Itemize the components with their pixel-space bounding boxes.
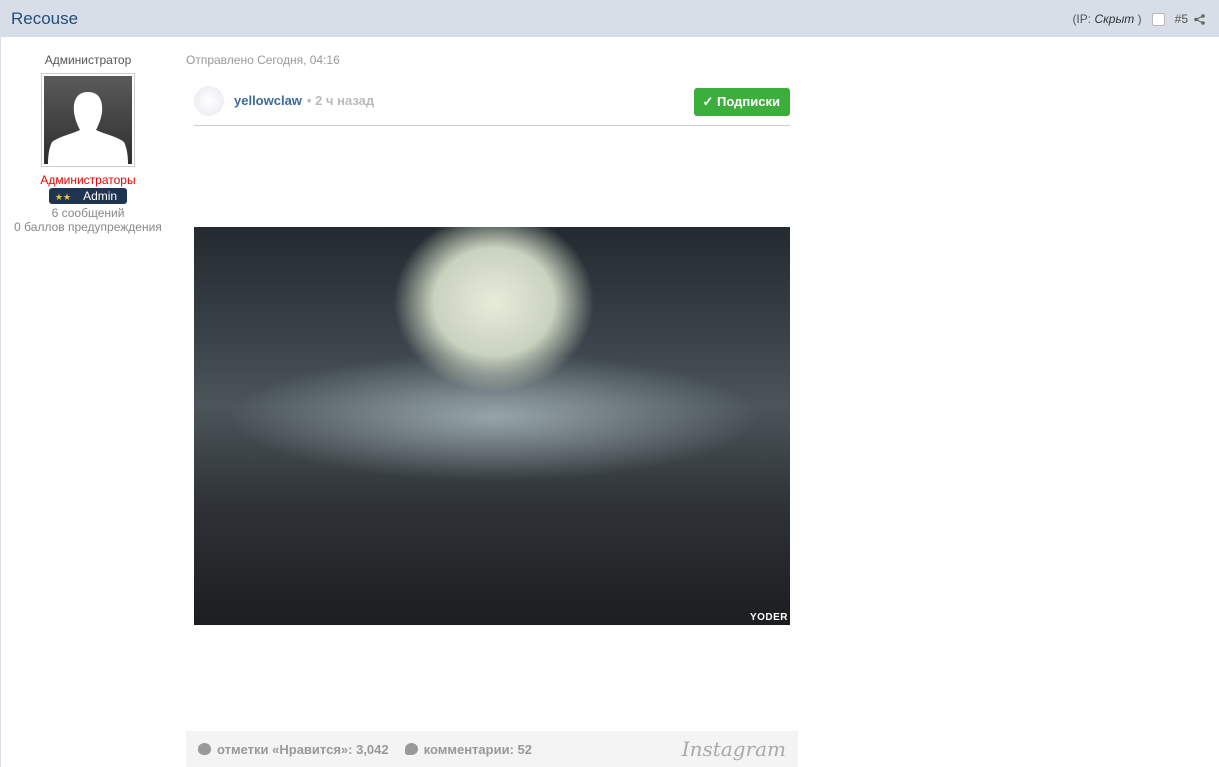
instagram-time: • 2 ч назад: [306, 93, 375, 108]
ip-label: (IP: Скрыт ): [1072, 12, 1142, 26]
post-count: 6 сообщений: [51, 206, 125, 220]
select-post-checkbox[interactable]: [1151, 12, 1165, 26]
post-number-link[interactable]: #5: [1175, 12, 1188, 26]
user-silhouette-icon: [48, 92, 128, 164]
instagram-username[interactable]: yellowclaw: [234, 93, 302, 108]
rank-badge: ★★ Admin: [48, 188, 128, 204]
instagram-header: yellowclaw • 2 ч назад ✓ Подписки: [194, 85, 790, 126]
instagram-photo[interactable]: YODER: [194, 227, 790, 625]
instagram-profile-picture[interactable]: [194, 85, 224, 116]
likes-count: отметки «Нравится»: 3,042: [217, 741, 389, 757]
follow-button[interactable]: ✓ Подписки: [693, 88, 790, 116]
author-title: Администратор: [44, 53, 132, 67]
instagram-logo[interactable]: Instagram: [682, 737, 786, 761]
comments-count: комментарии: 52: [423, 741, 532, 757]
star-icon: ★★: [54, 192, 72, 202]
avatar[interactable]: [41, 73, 135, 167]
post-header: Recouse (IP: Скрыт ) #5: [0, 0, 1219, 37]
heart-icon: [198, 743, 211, 755]
author-group: Администраторы: [40, 173, 136, 187]
author-panel: Администратор Администраторы ★★ Admin 6 с…: [0, 53, 176, 234]
post-author-name[interactable]: Recouse: [11, 9, 78, 29]
post-meta: (IP: Скрыт ) #5: [1072, 12, 1205, 26]
instagram-footer: отметки «Нравится»: 3,042 комментарии: 5…: [186, 731, 798, 767]
instagram-embed: yellowclaw • 2 ч назад ✓ Подписки: [194, 85, 790, 126]
photo-watermark: YODER: [749, 612, 788, 623]
share-icon[interactable]: [1194, 13, 1205, 25]
posted-date: Отправлено Сегодня, 04:16: [186, 53, 340, 67]
comment-icon: [404, 743, 418, 755]
warning-points: 0 баллов предупреждения: [14, 220, 162, 234]
